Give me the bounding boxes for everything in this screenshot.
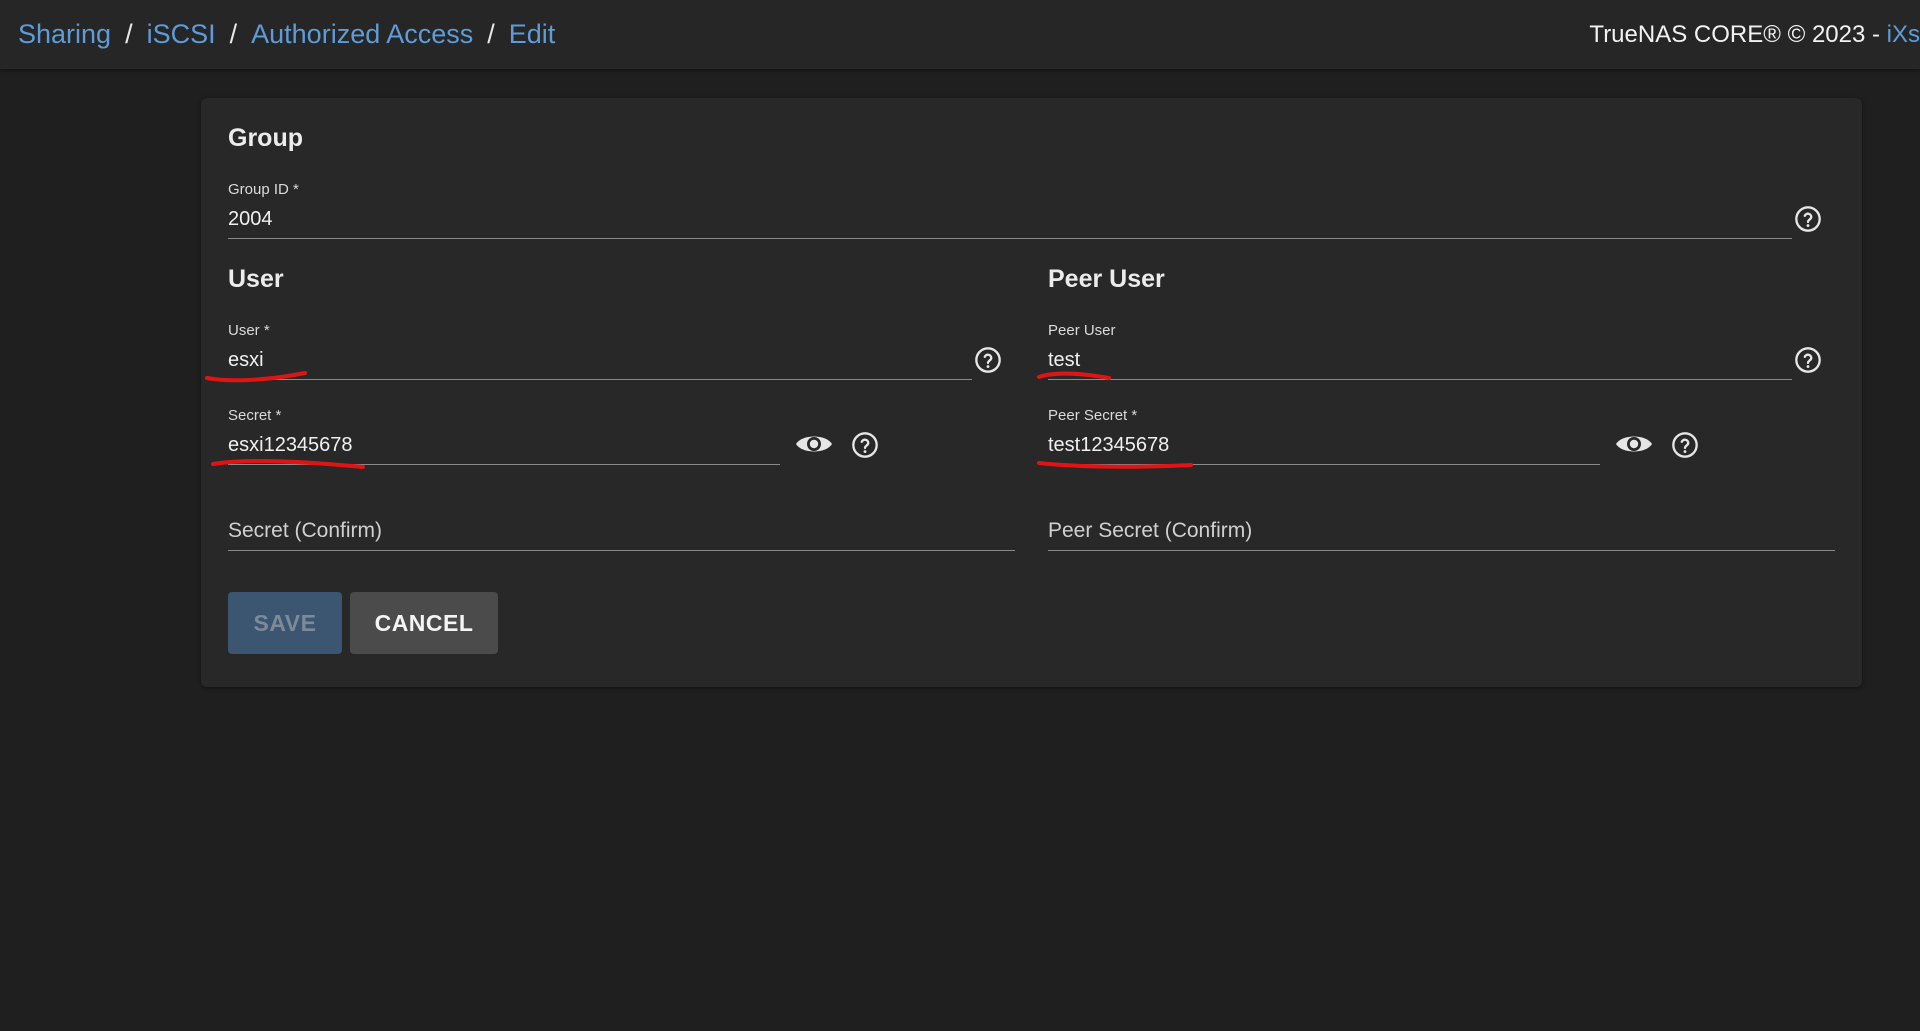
group-id-underline xyxy=(228,238,1792,239)
eye-icon[interactable] xyxy=(794,430,834,458)
peer-secret-label: Peer Secret * xyxy=(1048,407,1138,424)
secret-label: Secret * xyxy=(228,407,282,424)
secret-annotation-mark xyxy=(211,459,365,469)
secret-confirm-underline xyxy=(228,550,1015,551)
help-circle-icon[interactable] xyxy=(851,431,879,459)
peer-user-annotation-mark xyxy=(1037,371,1111,380)
breadcrumb-authorized-access[interactable]: Authorized Access xyxy=(251,19,473,49)
secret-confirm-input[interactable]: Secret (Confirm) xyxy=(228,519,382,543)
help-circle-icon[interactable] xyxy=(974,346,1002,374)
user-underline xyxy=(228,379,972,380)
breadcrumb-separator: / xyxy=(229,19,238,49)
help-circle-icon[interactable] xyxy=(1794,346,1822,374)
group-section-title: Group xyxy=(228,124,303,152)
breadcrumb-separator: / xyxy=(487,19,495,49)
user-label: User * xyxy=(228,322,270,339)
user-section-title: User xyxy=(228,265,284,293)
cancel-button[interactable]: CANCEL xyxy=(350,592,498,654)
help-circle-icon[interactable] xyxy=(1794,205,1822,233)
eye-icon[interactable] xyxy=(1614,430,1654,458)
group-id-label: Group ID * xyxy=(228,181,299,198)
breadcrumb: Sharing / iSCSI / Authorized Access / Edit xyxy=(18,17,555,51)
top-bar: Sharing / iSCSI / Authorized Access / Edit Tru… xyxy=(0,0,1920,69)
peer-user-label: Peer User xyxy=(1048,322,1116,339)
breadcrumb-sharing[interactable]: Sharing xyxy=(18,19,111,49)
ixsystems-link[interactable]: iXs xyxy=(1887,21,1920,48)
help-circle-icon[interactable] xyxy=(1671,431,1699,459)
breadcrumb-edit[interactable]: Edit xyxy=(509,19,556,49)
copyright-text: TrueNAS CORE® © 2023 - xyxy=(1589,21,1887,48)
group-id-input[interactable]: 2004 xyxy=(228,208,273,231)
peer-user-underline xyxy=(1048,379,1792,380)
peer-user-section-title: Peer User xyxy=(1048,265,1165,293)
peer-secret-confirm-underline xyxy=(1048,550,1835,551)
user-annotation-mark xyxy=(205,371,307,383)
peer-secret-confirm-input[interactable]: Peer Secret (Confirm) xyxy=(1048,519,1252,543)
copyright-notice: TrueNAS CORE® © 2023 - iXs xyxy=(1589,20,1920,50)
save-button[interactable]: SAVE xyxy=(228,592,342,654)
authorized-access-form-card: Group Group ID * 2004 User User * esxi S… xyxy=(201,98,1862,687)
breadcrumb-iscsi[interactable]: iSCSI xyxy=(147,19,216,49)
peer-secret-annotation-mark xyxy=(1037,461,1193,469)
breadcrumb-separator: / xyxy=(125,19,133,49)
peer-secret-input[interactable]: test12345678 xyxy=(1048,434,1169,457)
